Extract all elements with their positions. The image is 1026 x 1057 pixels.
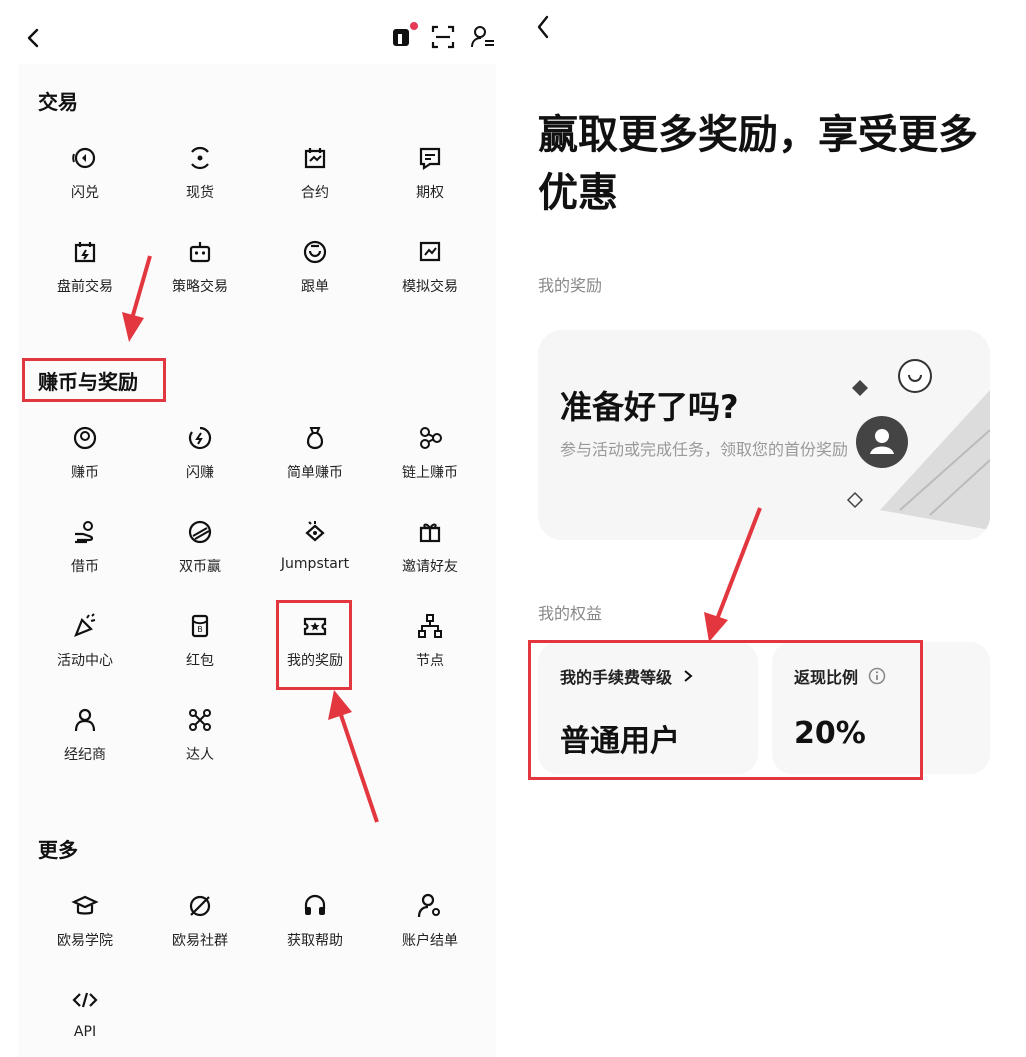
menu-panel: 交易 闪兑 现货 合约 期权 盘前交易 策略交易 跟单 模拟交易 赚币与奖励 赚… [0, 0, 506, 1057]
annotation-arrows-right [704, 507, 762, 642]
annotation-arrows-left [122, 255, 379, 823]
arrow-up-to-my-rewards [328, 690, 379, 823]
arrow-down-to-benefits [704, 507, 762, 642]
screenshot-stage: 交易 闪兑 现货 合约 期权 盘前交易 策略交易 跟单 模拟交易 赚币与奖励 赚… [0, 0, 1026, 1057]
arrow-down-to-earn [122, 255, 152, 342]
rewards-panel: 赢取更多奖励，享受更多优惠 我的奖励 准备好了吗? 参与活动或完成任务，领取您的… [506, 0, 1026, 1057]
